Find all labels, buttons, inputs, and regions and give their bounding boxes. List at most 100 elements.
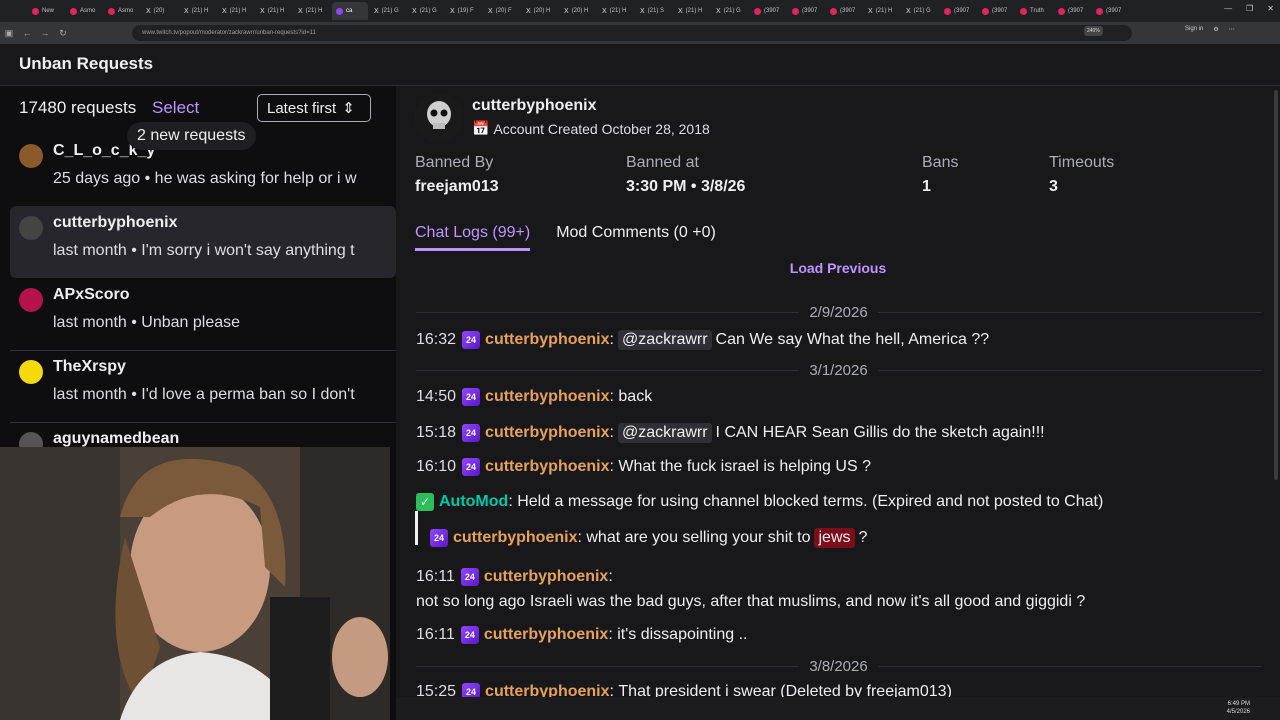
browser-tab[interactable]: X (20) H [560, 2, 596, 20]
browser-tab[interactable]: Asmo [66, 2, 102, 20]
browser-tab[interactable]: X (21) H [218, 2, 254, 20]
chat-username[interactable]: cutterbyphoenix [485, 424, 609, 442]
sub-badge-icon: 24 [462, 388, 481, 406]
minimize-icon[interactable]: — [1224, 4, 1232, 13]
browser-tab[interactable]: (3907 [826, 2, 862, 20]
browser-tab-label: (21) H [229, 8, 247, 14]
timeouts-label: Timeouts [1049, 154, 1115, 171]
menu-icon[interactable]: ⋯ [1229, 26, 1235, 33]
chat-line: 15:18 24 cutterbyphoenix: @zackrawrr I C… [416, 423, 1045, 443]
browser-tab-label: (19) F [457, 8, 474, 14]
browser-tab[interactable]: X (21) H [674, 2, 710, 20]
favicon-icon [792, 7, 799, 15]
browser-tab[interactable]: X (21) H [180, 2, 216, 20]
chat-username[interactable]: cutterbyphoenix [453, 529, 577, 547]
browser-tab[interactable]: X (20) F [484, 2, 520, 20]
browser-tab[interactable]: X (21) S [636, 2, 672, 20]
browser-tab[interactable]: X (21) G [712, 2, 748, 20]
chat-text: ? [858, 529, 868, 546]
x-logo-icon: X [602, 7, 607, 15]
chat-username[interactable]: cutterbyphoenix [484, 626, 608, 644]
banned-by-value: freejam013 [415, 178, 499, 195]
request-count: 17480 requests [19, 98, 137, 117]
browser-tab-label: Asmo [118, 8, 134, 14]
sort-dropdown[interactable]: Latest first ⇕ [257, 94, 371, 122]
browser-tab[interactable]: (3907 [1054, 2, 1090, 20]
browser-tab-label: (3907 [1068, 8, 1084, 14]
close-icon[interactable]: ✕ [1267, 4, 1274, 13]
browser-tab[interactable]: (3907 [750, 2, 786, 20]
forward-icon[interactable]: → [36, 28, 54, 38]
date-separator: 3/1/2026 [416, 360, 1262, 380]
avatar [19, 144, 43, 168]
reload-icon[interactable]: ↻ [54, 28, 72, 39]
chat-username[interactable]: cutterbyphoenix [485, 331, 609, 349]
list-item[interactable]: APxScoro last month • Unban please [10, 278, 396, 350]
browser-tab[interactable]: X (20) H [522, 2, 558, 20]
select-button[interactable]: Select [152, 98, 199, 118]
bans-stat: Bans 1 [922, 154, 958, 196]
chat-username[interactable]: cutterbyphoenix [485, 388, 609, 406]
detail-username: cutterbyphoenix [472, 97, 597, 114]
tab-chat-logs[interactable]: Chat Logs (99+) [415, 224, 531, 251]
browser-tab[interactable]: ca [332, 2, 368, 20]
chat-username[interactable]: cutterbyphoenix [484, 568, 608, 586]
browser-tab[interactable]: X (21) H [294, 2, 330, 20]
restore-icon[interactable]: ❐ [1246, 4, 1253, 13]
x-logo-icon: X [146, 7, 151, 15]
chat-username[interactable]: cutterbyphoenix [485, 458, 609, 476]
sub-badge-icon: 24 [462, 458, 481, 476]
date-label: 2/9/2026 [809, 303, 868, 321]
chat-text: not so long ago Israeli was the bad guys… [416, 593, 1086, 610]
browser-tab[interactable]: X (20) [142, 2, 178, 20]
browser-tab[interactable]: Asmo [104, 2, 140, 20]
sub-badge-icon: 24 [462, 331, 481, 349]
browser-tab-label: (21) G [913, 8, 931, 14]
quote-bar [415, 511, 418, 545]
browser-tab[interactable]: X (19) F [446, 2, 482, 20]
browser-tab[interactable]: (3907 [1092, 2, 1128, 20]
browser-tab[interactable]: New [28, 2, 64, 20]
x-logo-icon: X [488, 7, 493, 15]
load-previous-button[interactable]: Load Previous [396, 260, 1280, 276]
scrollbar[interactable] [1274, 90, 1278, 480]
browser-tab[interactable]: X (21) H [256, 2, 292, 20]
new-requests-pill[interactable]: 2 new requests [127, 122, 256, 150]
extensions-icon[interactable]: ⚙ [1213, 26, 1218, 33]
url-field[interactable]: www.twitch.tv/popout/moderator/zackrawrr… [132, 25, 1132, 41]
chat-line-continued: not so long ago Israeli was the bad guys… [416, 593, 1085, 611]
list-item[interactable]: TheXrspy last month • I'd love a perma ba… [10, 350, 396, 422]
browser-tab[interactable]: (3907 [940, 2, 976, 20]
list-item[interactable]: cutterbyphoenix last month • I'm sorry i … [10, 206, 396, 278]
banned-at-stat: Banned at 3:30 PM • 3/8/26 [626, 154, 745, 196]
sidebar-icon[interactable]: ▣ [0, 28, 18, 39]
browser-tab-label: (3907 [840, 8, 856, 14]
favicon-icon [944, 7, 951, 15]
browser-tab[interactable]: X (21) G [408, 2, 444, 20]
chat-text: Can We say What the hell, America ?? [715, 331, 990, 348]
signin-button[interactable]: Sign in [1185, 26, 1203, 33]
favicon-icon [1096, 7, 1103, 15]
browser-tab[interactable]: (3907 [978, 2, 1014, 20]
bans-value: 1 [922, 178, 931, 195]
chat-line: 16:32 24 cutterbyphoenix: @zackrawrr Can… [416, 330, 990, 350]
browser-tab[interactable]: X (21) G [370, 2, 406, 20]
taskbar: 6:49 PM 4/5/2026 [396, 697, 1280, 720]
back-icon[interactable]: ← [18, 28, 36, 38]
browser-tab[interactable]: Truth [1016, 2, 1052, 20]
favicon-icon [1058, 7, 1065, 15]
browser-tab[interactable]: X (21) H [864, 2, 900, 20]
browser-tab[interactable]: X (21) G [902, 2, 938, 20]
chat-text: it's dissapointing .. [617, 626, 748, 643]
browser-tab[interactable]: (3907 [788, 2, 824, 20]
browser-tab-label: (20) F [495, 8, 512, 14]
browser-tab[interactable]: X (21) H [598, 2, 634, 20]
chat-logs: 2/9/2026 16:32 24 cutterbyphoenix: @zack… [396, 276, 1280, 700]
chat-time: 16:10 [416, 458, 457, 475]
chat-time: 16:32 [416, 331, 457, 348]
date-separator: 2/9/2026 [416, 302, 1262, 322]
browser-actions: Sign in ⚙ ⋯ [1185, 26, 1235, 33]
zoom-level[interactable]: 240% [1084, 26, 1103, 36]
tab-mod-comments[interactable]: Mod Comments (0 +0) [556, 224, 716, 251]
blocked-term: jews [814, 528, 855, 548]
